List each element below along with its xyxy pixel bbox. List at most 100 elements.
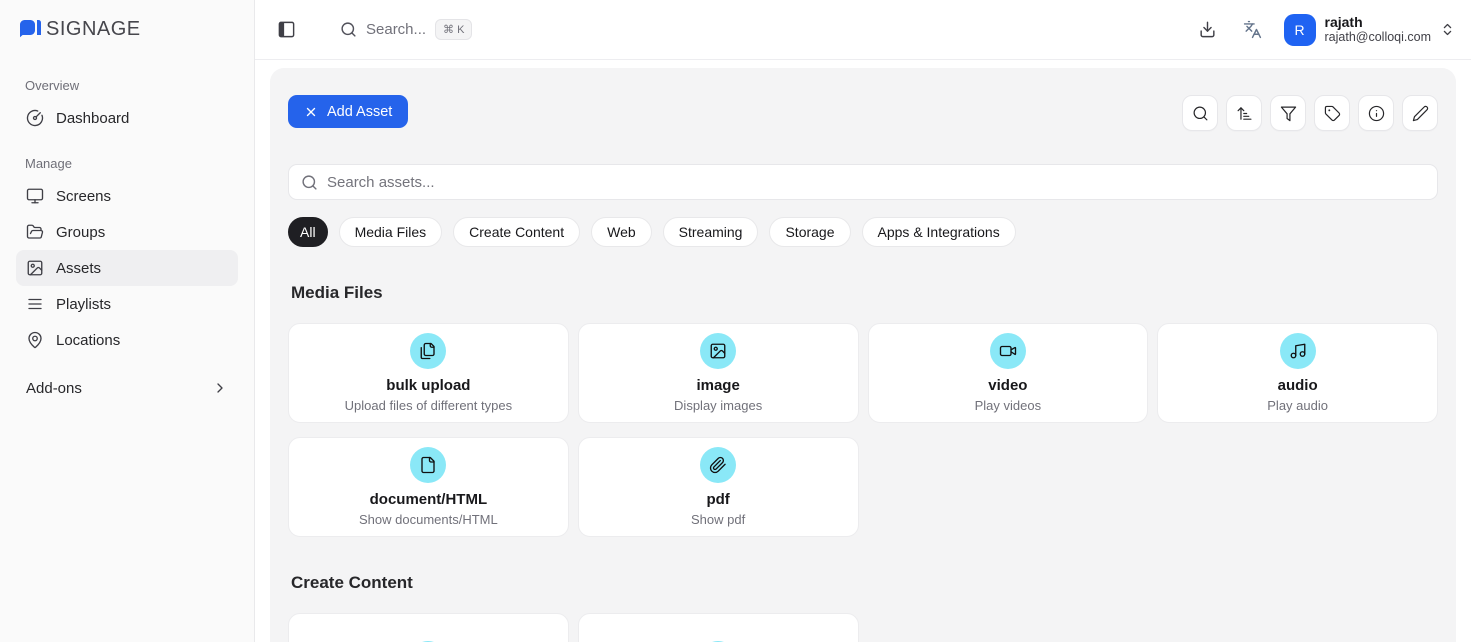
shortcut-badge: ⌘ K [435, 19, 472, 40]
addons-label: Add-ons [26, 380, 82, 397]
files-icon [410, 333, 446, 369]
sidebar-item-label: Screens [56, 188, 111, 205]
topbar: Search... ⌘ K R rajath rajath@colloqi.co… [255, 0, 1471, 60]
sidebar-section-manage: Manage [25, 156, 229, 171]
sidebar-item-locations[interactable]: Locations [16, 322, 238, 358]
pisignage-logo-icon [18, 19, 43, 39]
create-content-grid [288, 613, 1438, 642]
music-icon [1280, 333, 1316, 369]
card-subtitle: Show documents/HTML [359, 512, 498, 527]
tag-icon [1324, 105, 1341, 122]
brand-wordmark: SIGNAGE [46, 18, 141, 41]
search-icon [340, 21, 357, 38]
asset-card-image[interactable]: image Display images [578, 323, 859, 423]
media-files-grid: bulk upload Upload files of different ty… [288, 323, 1438, 537]
filter-pill-streaming[interactable]: Streaming [663, 217, 759, 247]
sidebar-item-label: Playlists [56, 296, 111, 313]
tag-button[interactable] [1314, 95, 1350, 131]
sidebar-item-assets[interactable]: Assets [16, 250, 238, 286]
filter-pill-create-content[interactable]: Create Content [453, 217, 580, 247]
translate-icon [1243, 20, 1262, 39]
avatar: R [1284, 14, 1316, 46]
sidebar-item-label: Dashboard [56, 110, 129, 127]
file-icon [410, 447, 446, 483]
edit-button[interactable] [1402, 95, 1438, 131]
close-icon [304, 105, 318, 119]
brand-logo: SIGNAGE [16, 0, 238, 58]
asset-card-video[interactable]: video Play videos [868, 323, 1149, 423]
search-icon [301, 174, 318, 191]
sidebar-section-overview: Overview [25, 78, 229, 93]
filter-pills: All Media Files Create Content Web Strea… [288, 217, 1438, 247]
add-asset-button[interactable]: Add Asset [288, 95, 408, 128]
download-icon [1198, 20, 1217, 39]
sidebar-item-label: Groups [56, 224, 105, 241]
card-title: document/HTML [370, 491, 488, 509]
assets-toolbar [1182, 95, 1438, 131]
filter-icon [1280, 105, 1297, 122]
sidebar-item-label: Locations [56, 332, 120, 349]
translate-button[interactable] [1239, 16, 1266, 43]
section-title-media-files: Media Files [291, 283, 1435, 303]
asset-search-field [288, 164, 1438, 200]
card-subtitle: Play audio [1267, 398, 1328, 413]
card-subtitle: Upload files of different types [345, 398, 512, 413]
add-asset-label: Add Asset [327, 104, 392, 120]
card-subtitle: Display images [674, 398, 762, 413]
download-button[interactable] [1194, 16, 1221, 43]
asset-card-document-html[interactable]: document/HTML Show documents/HTML [288, 437, 569, 537]
sidebar-item-playlists[interactable]: Playlists [16, 286, 238, 322]
image-icon [700, 333, 736, 369]
sidebar: SIGNAGE Overview Dashboard Manage Screen… [0, 0, 255, 642]
sidebar-item-groups[interactable]: Groups [16, 214, 238, 250]
video-icon [990, 333, 1026, 369]
sort-button[interactable] [1226, 95, 1262, 131]
user-menu[interactable]: R rajath rajath@colloqi.com [1284, 14, 1455, 46]
monitor-icon [26, 187, 44, 205]
filter-pill-media-files[interactable]: Media Files [339, 217, 443, 247]
user-email: rajath@colloqi.com [1325, 30, 1431, 44]
chevrons-up-down-icon [1440, 22, 1455, 37]
chevron-right-icon [212, 380, 228, 396]
gauge-icon [26, 109, 44, 127]
panel-left-icon [277, 20, 296, 39]
asset-card-audio[interactable]: audio Play audio [1157, 323, 1438, 423]
filter-pill-web[interactable]: Web [591, 217, 652, 247]
edit-icon [1412, 105, 1429, 122]
image-icon [26, 259, 44, 277]
card-subtitle: Show pdf [691, 512, 745, 527]
asset-search-input[interactable] [327, 174, 1425, 191]
section-title-create-content: Create Content [291, 573, 1435, 593]
sidebar-item-addons[interactable]: Add-ons [16, 370, 238, 406]
sort-ascending-icon [1236, 105, 1253, 122]
main-area: Search... ⌘ K R rajath rajath@colloqi.co… [255, 0, 1471, 642]
card-subtitle: Play videos [975, 398, 1041, 413]
search-icon [1192, 105, 1209, 122]
card-title: video [988, 377, 1027, 395]
asset-card-notice[interactable] [578, 613, 859, 642]
user-name: rajath [1325, 14, 1431, 30]
filter-pill-apps-integrations[interactable]: Apps & Integrations [862, 217, 1016, 247]
search-toggle-button[interactable] [1182, 95, 1218, 131]
filter-pill-all[interactable]: All [288, 217, 328, 247]
sidebar-item-screens[interactable]: Screens [16, 178, 238, 214]
sidebar-item-dashboard[interactable]: Dashboard [16, 100, 238, 136]
assets-panel: Add Asset [270, 68, 1456, 642]
folder-open-icon [26, 223, 44, 241]
info-icon [1368, 105, 1385, 122]
card-title: bulk upload [386, 377, 470, 395]
asset-card-message[interactable] [288, 613, 569, 642]
filter-button[interactable] [1270, 95, 1306, 131]
card-title: audio [1278, 377, 1318, 395]
sidebar-toggle-button[interactable] [273, 16, 300, 43]
global-search-button[interactable]: Search... ⌘ K [340, 19, 472, 40]
asset-card-bulk-upload[interactable]: bulk upload Upload files of different ty… [288, 323, 569, 423]
card-title: pdf [706, 491, 729, 509]
asset-card-pdf[interactable]: pdf Show pdf [578, 437, 859, 537]
sidebar-item-label: Assets [56, 260, 101, 277]
card-title: image [696, 377, 739, 395]
filter-pill-storage[interactable]: Storage [769, 217, 850, 247]
content: Add Asset [255, 60, 1471, 642]
paperclip-icon [700, 447, 736, 483]
info-button[interactable] [1358, 95, 1394, 131]
